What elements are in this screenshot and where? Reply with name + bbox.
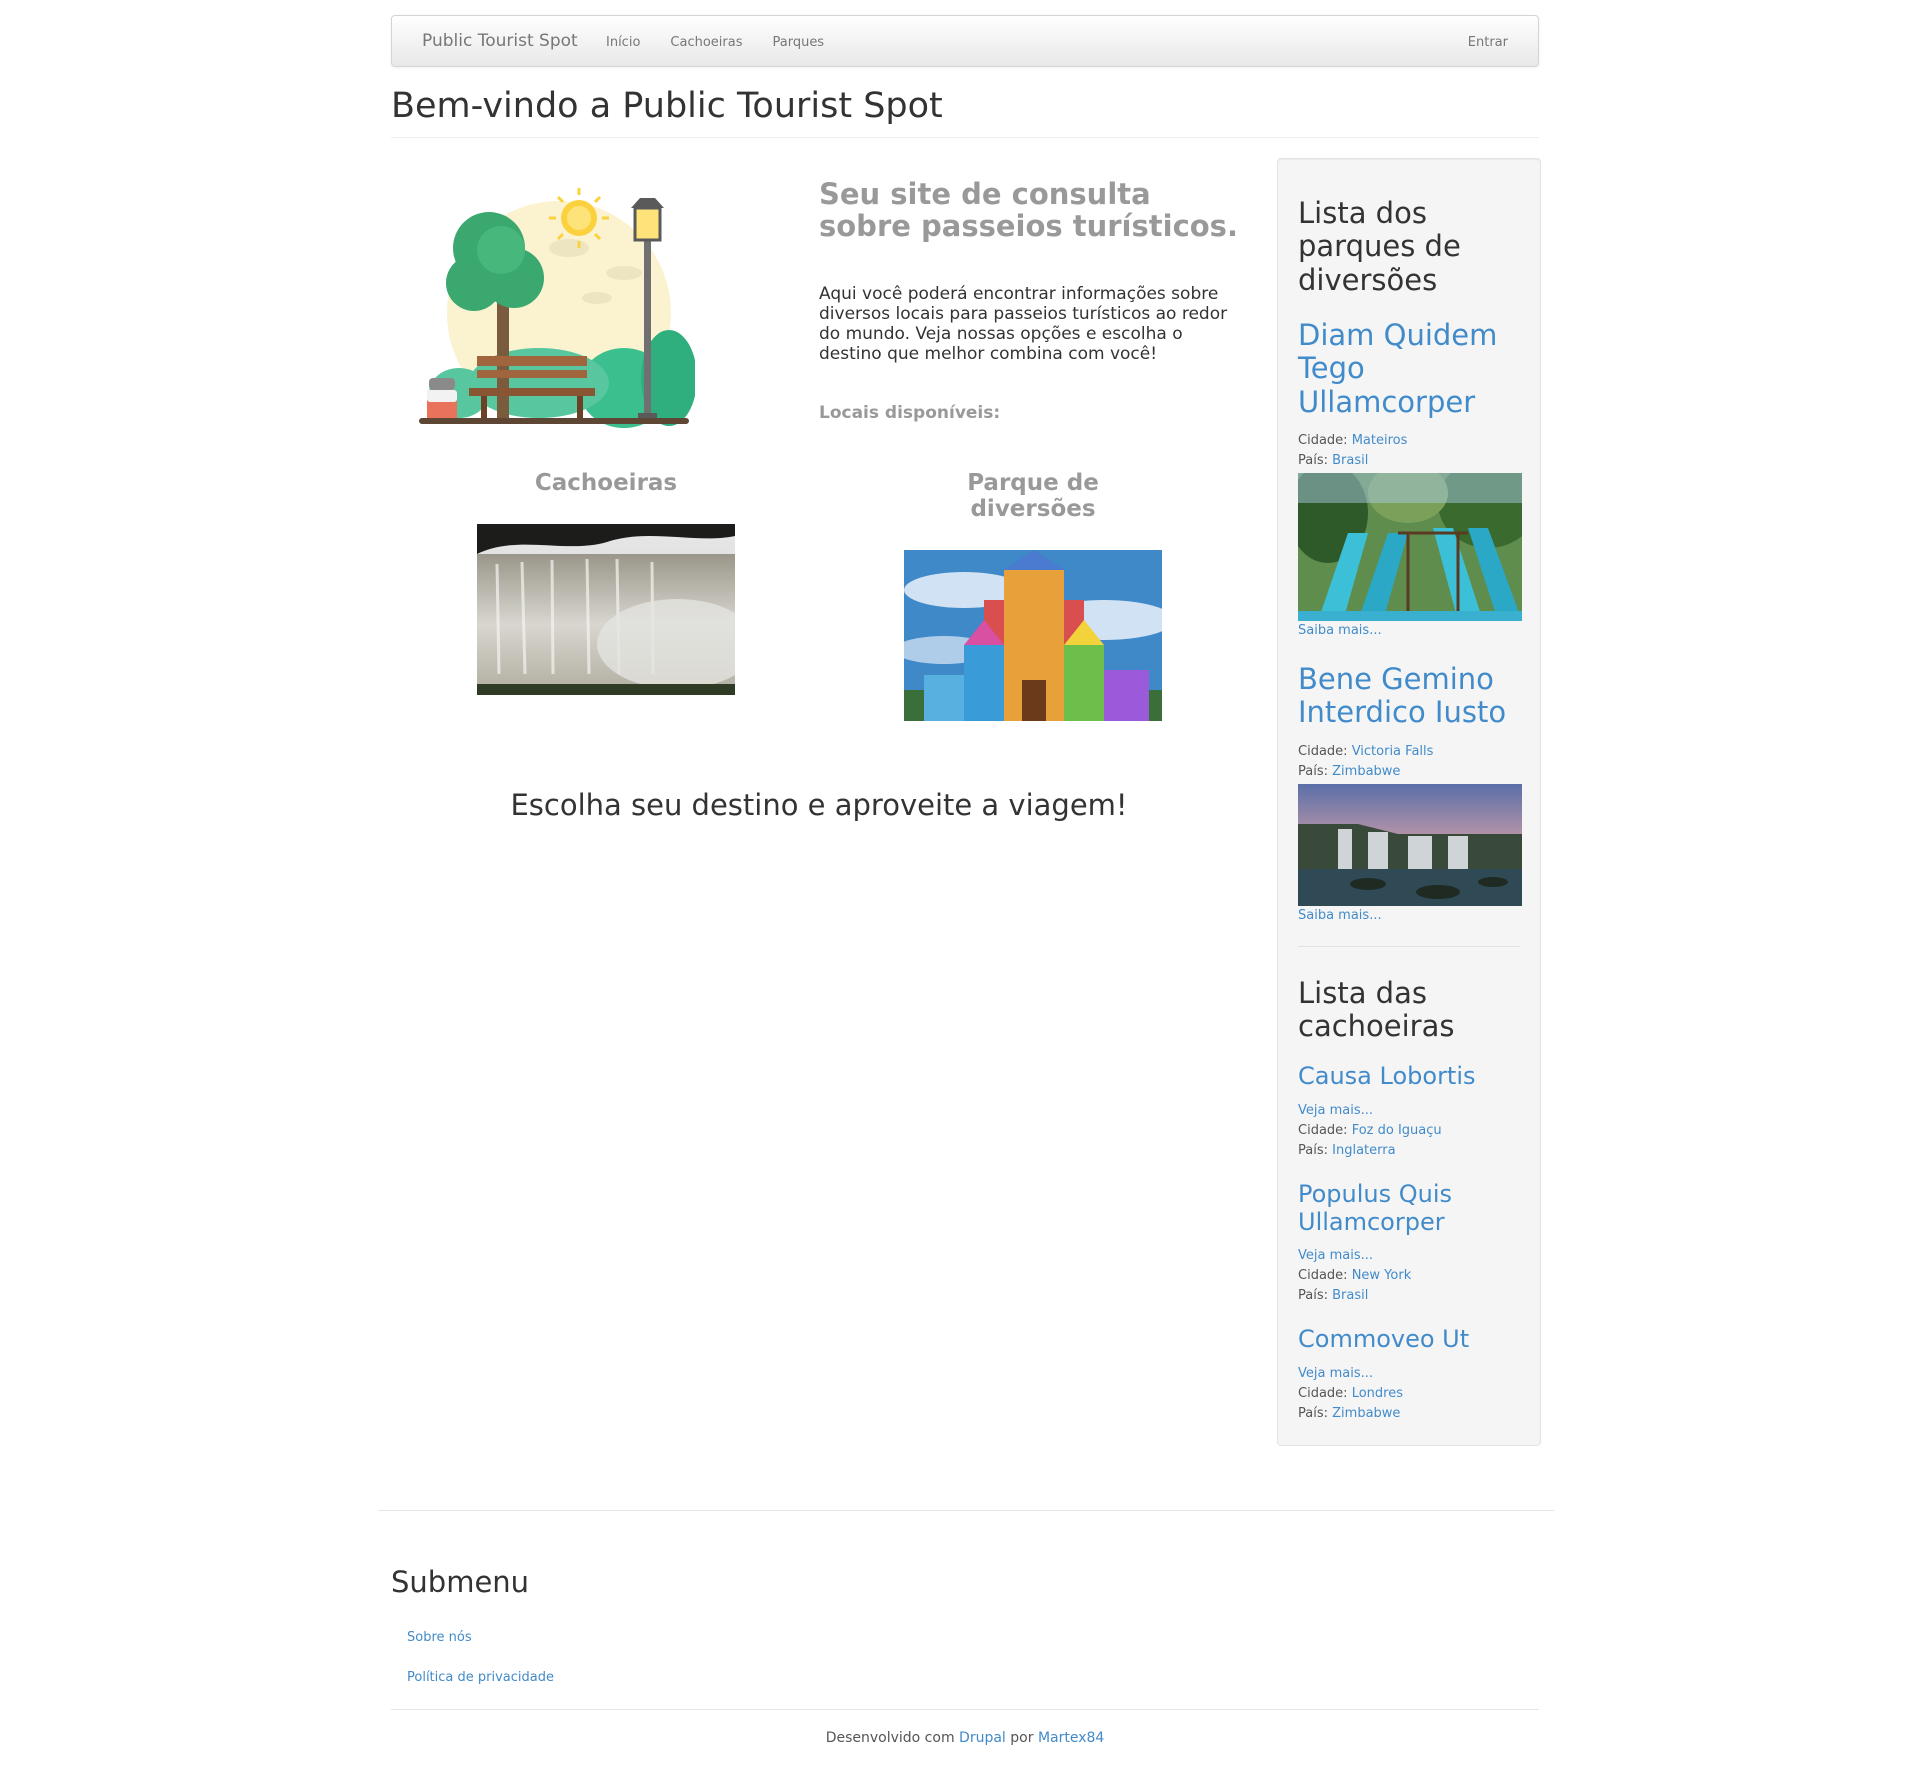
intro-heading: Seu site de consulta sobre passeios turí… bbox=[819, 177, 1238, 244]
submenu-link-sobre-nos[interactable]: Sobre nós bbox=[407, 1630, 472, 1645]
waterfall-city: Cidade: Foz do Iguaçu bbox=[1298, 1121, 1522, 1141]
park-title-link[interactable]: Diam Quidem Tego Ullamcorper bbox=[1298, 318, 1522, 419]
waterfall-veja-mais-link[interactable]: Veja mais... bbox=[1298, 1246, 1522, 1266]
nav-menu: Início Cachoeiras Parques bbox=[606, 35, 854, 50]
page-title: Bem-vindo a Public Tourist Spot bbox=[391, 86, 943, 126]
city-link[interactable]: Foz do Iguaçu bbox=[1352, 1123, 1442, 1138]
waterfall-title-link[interactable]: Populus Quis Ullamcorper bbox=[1298, 1180, 1522, 1236]
park-country: País: Brasil bbox=[1298, 451, 1522, 471]
country-link[interactable]: Zimbabwe bbox=[1332, 764, 1400, 779]
nav-item-cachoeiras[interactable]: Cachoeiras bbox=[670, 35, 742, 50]
city-link[interactable]: Victoria Falls bbox=[1352, 744, 1434, 759]
submenu-link-privacidade[interactable]: Política de privacidade bbox=[407, 1670, 554, 1685]
sidebar: Lista dos parques de diversões Diam Quid… bbox=[1277, 158, 1541, 1446]
park-saiba-mais-link[interactable]: Saiba mais... bbox=[1298, 621, 1522, 641]
footer-divider bbox=[391, 1709, 1539, 1710]
nav-item-inicio[interactable]: Início bbox=[606, 35, 640, 50]
castle-image[interactable] bbox=[904, 550, 1162, 721]
parks-list-heading: Lista dos parques de diversões bbox=[1298, 196, 1461, 297]
login-link[interactable]: Entrar bbox=[1468, 35, 1508, 50]
card-title: Parque de diversões bbox=[967, 470, 1099, 522]
park-title-link[interactable]: Bene Gemino Interdico Iusto bbox=[1298, 662, 1522, 730]
divider bbox=[391, 137, 1539, 138]
country-label: País: bbox=[1298, 1288, 1328, 1304]
sidebar-divider bbox=[1298, 945, 1520, 947]
nav-item-parques[interactable]: Parques bbox=[772, 35, 824, 50]
card-title: Cachoeiras bbox=[534, 470, 678, 496]
drupal-link[interactable]: Drupal bbox=[959, 1730, 1006, 1746]
country-label: País: bbox=[1298, 1143, 1328, 1159]
country-label: País: bbox=[1298, 1405, 1328, 1421]
waterfall-title-link[interactable]: Causa Lobortis bbox=[1298, 1063, 1522, 1091]
city-label: Cidade: bbox=[1298, 743, 1348, 759]
submenu-title: Submenu bbox=[391, 1565, 530, 1599]
card-parque[interactable]: Parque de diversões bbox=[903, 470, 1163, 721]
waterfall-image[interactable] bbox=[477, 524, 735, 695]
city-link[interactable]: Londres bbox=[1352, 1386, 1403, 1401]
waterfall-veja-mais-link[interactable]: Veja mais... bbox=[1298, 1101, 1522, 1121]
navbar: Public Tourist Spot Início Cachoeiras Pa… bbox=[391, 15, 1539, 67]
waterfall-title-link[interactable]: Commoveo Ut bbox=[1298, 1326, 1522, 1354]
waterfalls-list-heading: Lista das cachoeiras bbox=[1298, 975, 1455, 1044]
country-label: País: bbox=[1298, 763, 1328, 779]
brand-link[interactable]: Public Tourist Spot bbox=[422, 31, 578, 51]
waterfall-city: Cidade: New York bbox=[1298, 1266, 1522, 1286]
country-link[interactable]: Zimbabwe bbox=[1332, 1406, 1400, 1421]
credits: Desenvolvido com Drupal por Martex84 bbox=[391, 1730, 1539, 1746]
city-link[interactable]: New York bbox=[1352, 1268, 1412, 1283]
city-label: Cidade: bbox=[1298, 433, 1348, 449]
author-link[interactable]: Martex84 bbox=[1038, 1730, 1104, 1746]
tagline: Escolha seu destino e aproveite a viagem… bbox=[510, 788, 1128, 822]
country-link[interactable]: Brasil bbox=[1332, 453, 1368, 468]
city-link[interactable]: Mateiros bbox=[1352, 433, 1408, 448]
park-illustration bbox=[419, 188, 695, 428]
city-label: Cidade: bbox=[1298, 1385, 1348, 1401]
water-slide-image[interactable] bbox=[1298, 473, 1522, 622]
park-city: Cidade: Mateiros bbox=[1298, 431, 1522, 451]
country-link[interactable]: Brasil bbox=[1332, 1288, 1368, 1303]
footer-divider bbox=[378, 1510, 1554, 1511]
country-label: País: bbox=[1298, 453, 1328, 469]
credits-por: por bbox=[1010, 1730, 1034, 1746]
waterfall-country: País: Inglaterra bbox=[1298, 1141, 1522, 1161]
city-label: Cidade: bbox=[1298, 1268, 1348, 1284]
waterfall-veja-mais-link[interactable]: Veja mais... bbox=[1298, 1364, 1522, 1384]
park-country: País: Zimbabwe bbox=[1298, 762, 1522, 782]
city-label: Cidade: bbox=[1298, 1123, 1348, 1139]
waterfall-city: Cidade: Londres bbox=[1298, 1384, 1522, 1404]
card-cachoeiras[interactable]: Cachoeiras bbox=[476, 470, 736, 695]
waterfall-sunset-image[interactable] bbox=[1298, 783, 1522, 906]
park-city: Cidade: Victoria Falls bbox=[1298, 742, 1522, 762]
country-link[interactable]: Inglaterra bbox=[1332, 1143, 1395, 1158]
waterfall-country: País: Brasil bbox=[1298, 1286, 1522, 1306]
waterfall-country: País: Zimbabwe bbox=[1298, 1404, 1522, 1424]
intro-text: Aqui você poderá encontrar informações s… bbox=[819, 284, 1228, 364]
locais-label: Locais disponíveis: bbox=[819, 403, 1001, 423]
park-saiba-mais-link[interactable]: Saiba mais... bbox=[1298, 906, 1522, 926]
credits-prefix: Desenvolvido com bbox=[825, 1730, 955, 1746]
